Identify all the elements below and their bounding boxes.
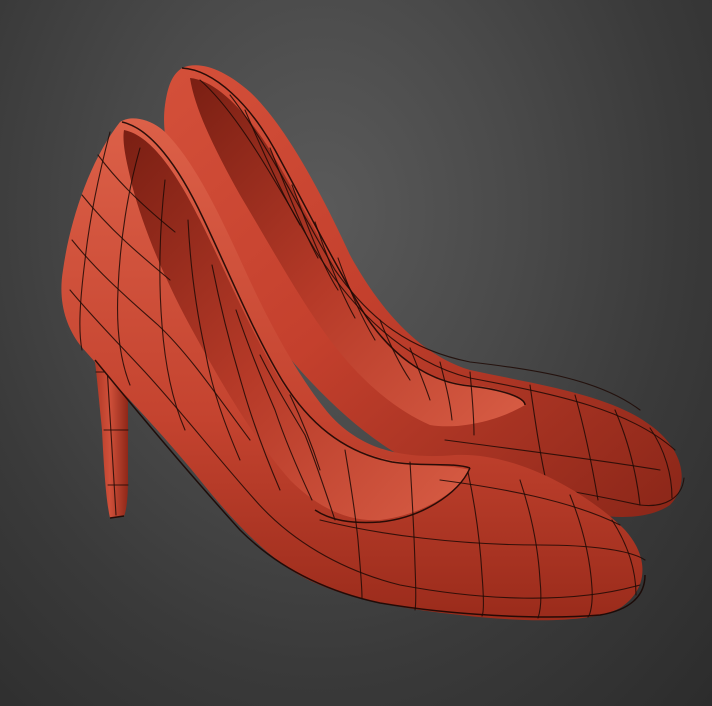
3d-viewport[interactable] bbox=[0, 0, 712, 706]
scene-render bbox=[61, 65, 685, 621]
